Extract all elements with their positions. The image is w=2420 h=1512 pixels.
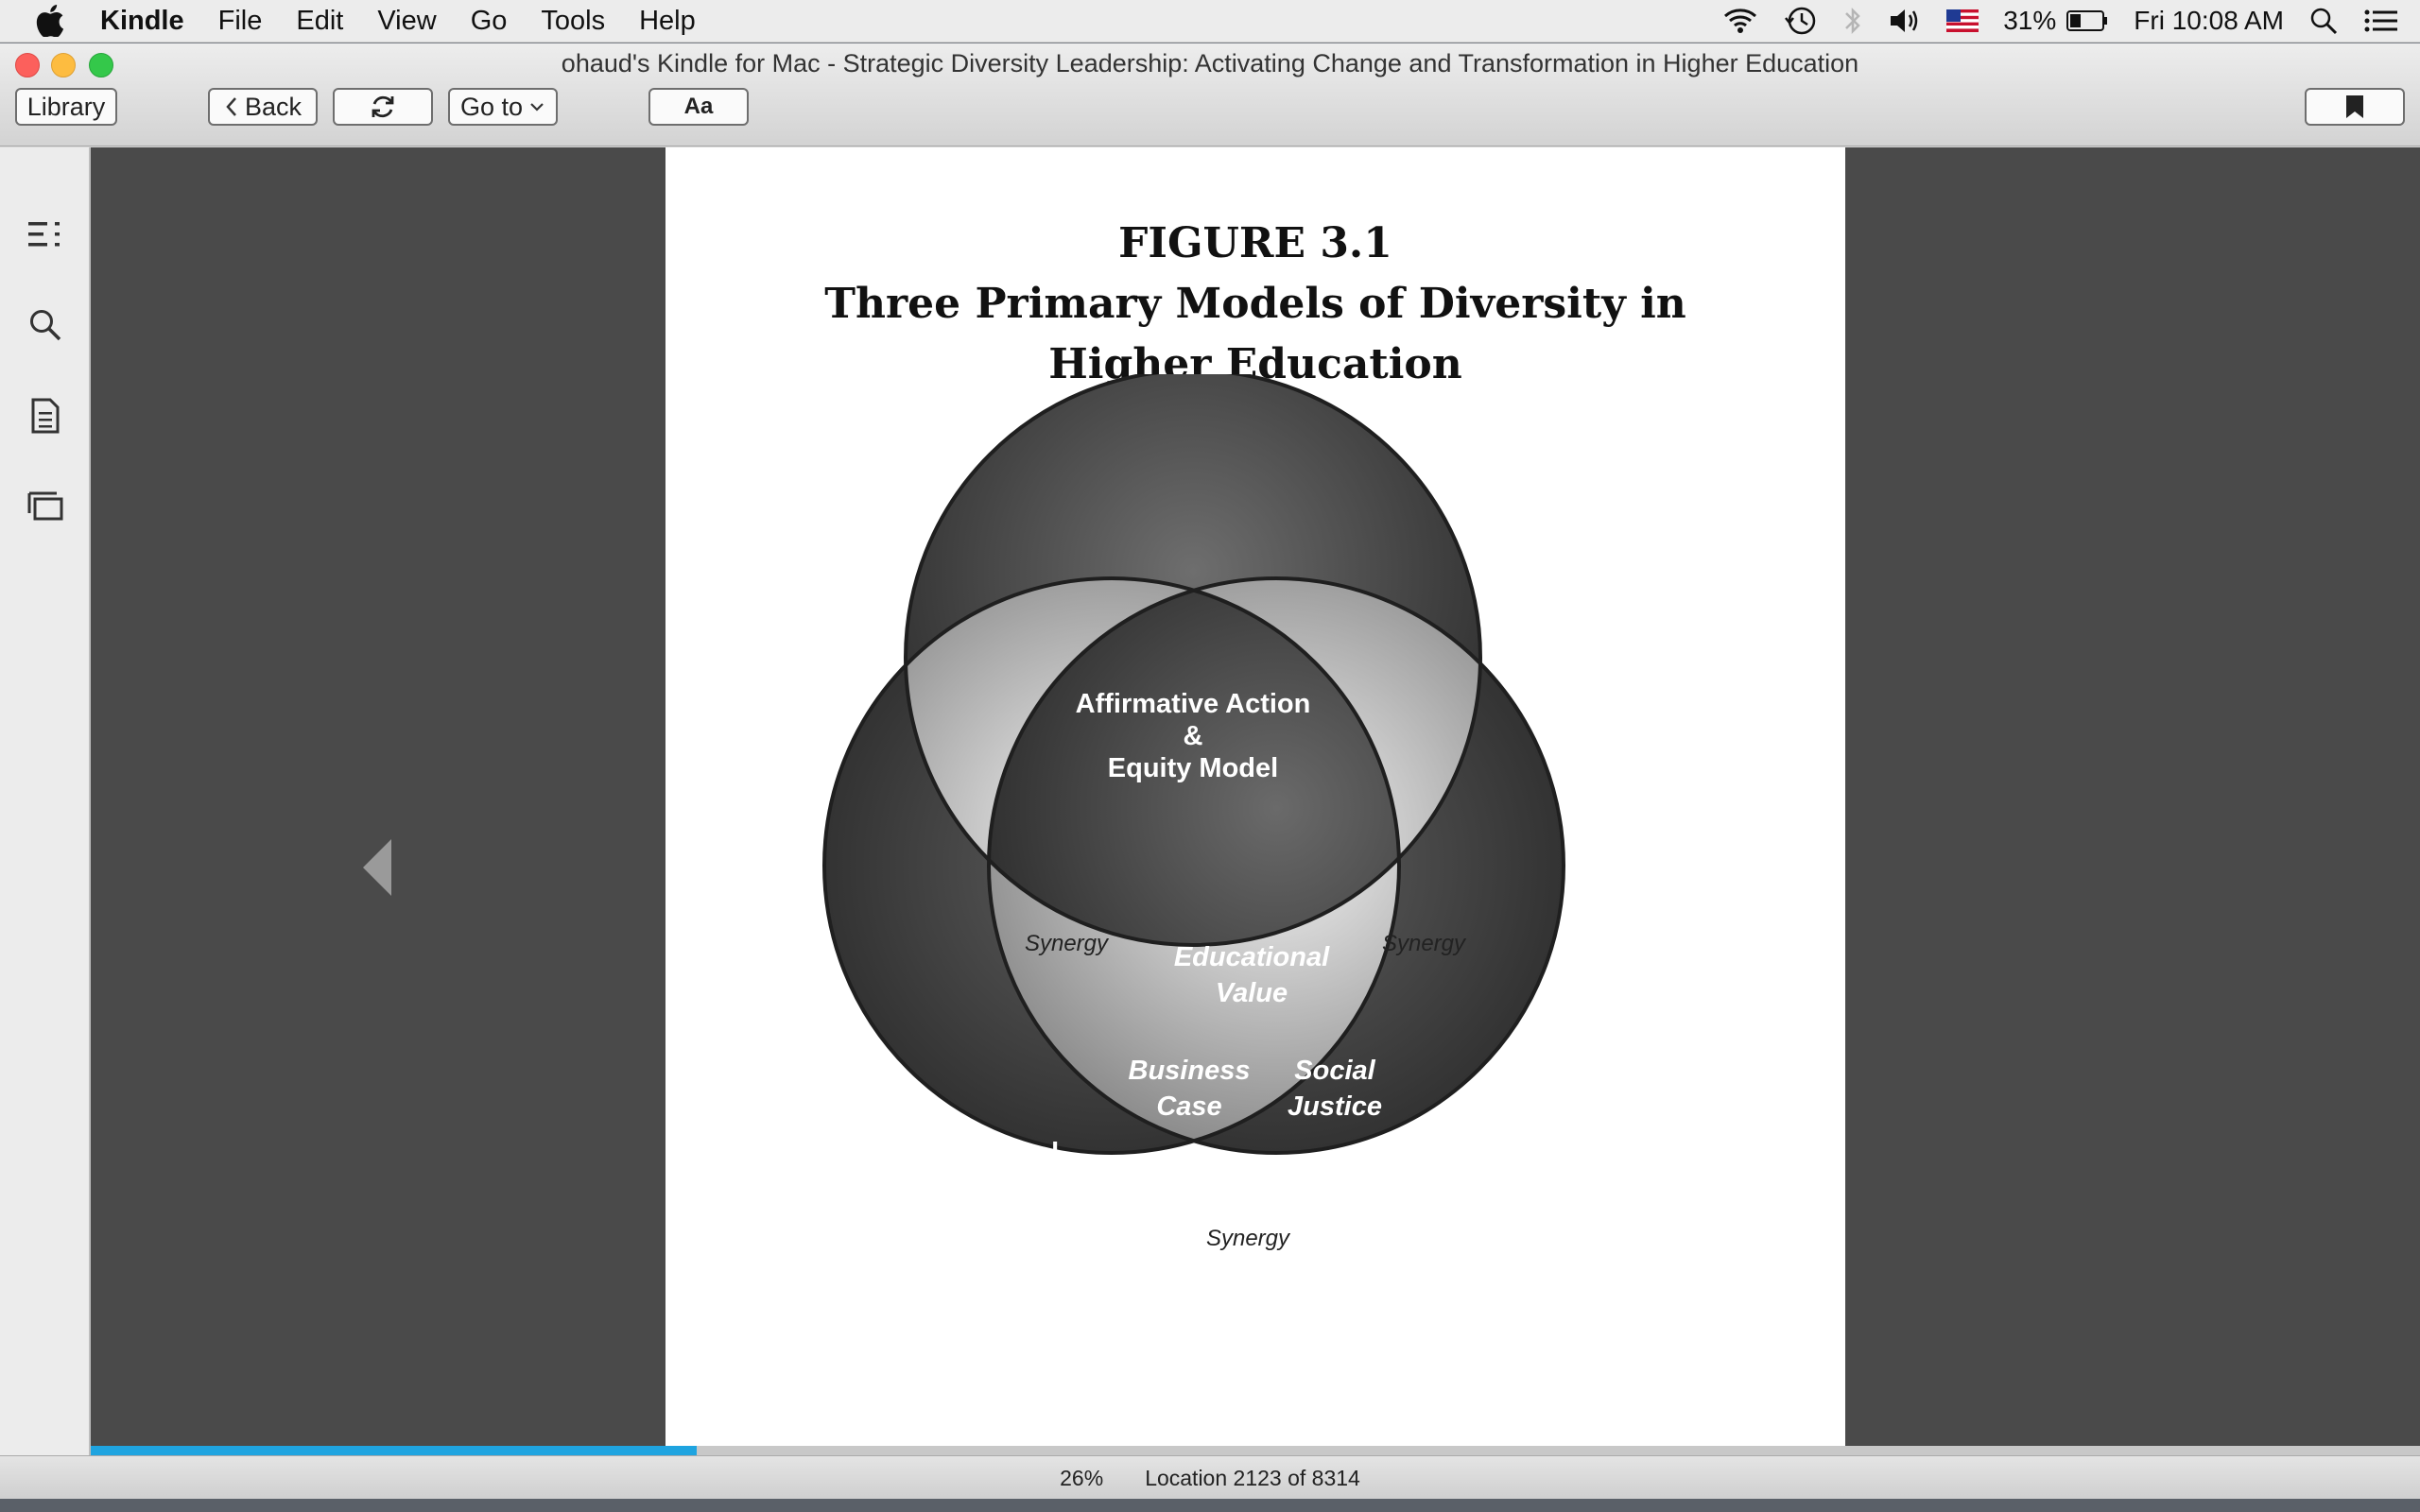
venn-diagram: Affirmative Action & Equity Model Multic… bbox=[822, 374, 1656, 1251]
spotlight-search-icon[interactable] bbox=[2308, 6, 2339, 36]
kindle-window: ohaud's Kindle for Mac - Strategic Diver… bbox=[0, 43, 2420, 1512]
wifi-icon[interactable] bbox=[1721, 7, 1759, 35]
bookmark-button[interactable] bbox=[2305, 88, 2405, 126]
flashcards-icon[interactable] bbox=[23, 484, 68, 529]
back-button[interactable]: Back bbox=[208, 88, 318, 126]
desktop-background bbox=[0, 1499, 2420, 1512]
menu-file[interactable]: File bbox=[218, 6, 263, 37]
book-page: FIGURE 3.1 Three Primary Models of Diver… bbox=[666, 147, 1845, 1489]
apple-menu-icon[interactable] bbox=[36, 5, 74, 37]
chevron-left-icon bbox=[226, 97, 236, 116]
sync-button[interactable] bbox=[333, 88, 433, 126]
battery-icon[interactable] bbox=[2066, 9, 2109, 33]
library-button[interactable]: Library bbox=[15, 88, 117, 126]
right-circle-line3: Research Model bbox=[1425, 1202, 1634, 1232]
top-circle-line1: Affirmative Action bbox=[1076, 689, 1311, 719]
right-circle-line1: Learning, Diversity, bbox=[1404, 1138, 1656, 1168]
left-circle-line1: Multicultural bbox=[896, 1138, 1059, 1168]
go-to-label: Go to bbox=[459, 92, 524, 121]
title-bar: ohaud's Kindle for Mac - Strategic Diver… bbox=[0, 43, 2420, 146]
clock[interactable]: Fri 10:08 AM bbox=[2134, 6, 2284, 36]
right-circle-line2: & bbox=[1520, 1170, 1540, 1200]
left-circle-line3: Diversity Model bbox=[876, 1202, 1079, 1232]
sync-icon bbox=[372, 95, 394, 118]
table-of-contents-icon[interactable] bbox=[23, 212, 68, 257]
menu-go[interactable]: Go bbox=[471, 6, 508, 37]
reading-percent: 26% bbox=[1060, 1465, 1104, 1490]
left-circle-line2: & Inclusion bbox=[904, 1170, 1051, 1200]
search-icon[interactable] bbox=[23, 302, 68, 348]
menu-view[interactable]: View bbox=[377, 6, 436, 37]
go-to-dropdown[interactable]: Go to bbox=[448, 88, 558, 126]
location-indicator: Location 2123 of 8314 bbox=[1145, 1465, 1360, 1490]
previous-page-arrow-icon[interactable] bbox=[361, 837, 393, 902]
sidebar bbox=[0, 147, 91, 1455]
center-social-line1: Social bbox=[1294, 1056, 1375, 1086]
us-flag-icon[interactable] bbox=[1946, 9, 1979, 32]
chevron-down-icon bbox=[530, 103, 544, 112]
reading-progress-fill bbox=[91, 1446, 697, 1455]
notes-icon[interactable] bbox=[23, 393, 68, 438]
synergy-label-bottom: Synergy bbox=[1206, 1226, 1291, 1251]
synergy-label-right: Synergy bbox=[1382, 931, 1467, 956]
library-button-label: Library bbox=[26, 92, 106, 121]
reader-area: FIGURE 3.1 Three Primary Models of Diver… bbox=[91, 147, 2420, 1489]
notification-center-icon[interactable] bbox=[2363, 7, 2399, 35]
menu-help[interactable]: Help bbox=[639, 6, 696, 37]
top-circle-line3: Equity Model bbox=[1108, 753, 1278, 783]
volume-icon[interactable] bbox=[1888, 7, 1922, 35]
window-title: ohaud's Kindle for Mac - Strategic Diver… bbox=[561, 49, 1859, 77]
center-social-line2: Justice bbox=[1288, 1091, 1382, 1122]
menu-tools[interactable]: Tools bbox=[541, 6, 605, 37]
menu-kindle[interactable]: Kindle bbox=[100, 6, 184, 37]
top-circle-line2: & bbox=[1184, 721, 1203, 751]
center-educational-line1: Educational bbox=[1174, 942, 1330, 972]
status-area: 31% Fri 10:08 AM bbox=[1697, 0, 2399, 42]
figure-title-line1: Three Primary Models of Diversity in bbox=[824, 280, 1686, 328]
menu-bar: Kindle File Edit View Go Tools Help 31% … bbox=[0, 0, 2420, 43]
center-business-line1: Business bbox=[1129, 1056, 1251, 1086]
bookmark-icon bbox=[2346, 95, 2363, 118]
menu-edit[interactable]: Edit bbox=[296, 6, 343, 37]
bluetooth-icon[interactable] bbox=[1842, 5, 1863, 37]
center-business-line2: Case bbox=[1156, 1091, 1221, 1122]
center-educational-line2: Value bbox=[1216, 978, 1288, 1008]
reading-progress-bar[interactable] bbox=[91, 1446, 2420, 1455]
battery-percent: 31% bbox=[2003, 6, 2057, 35]
synergy-label-left: Synergy bbox=[1025, 931, 1110, 956]
figure-number: FIGURE 3.1 bbox=[1118, 219, 1392, 267]
font-settings-button[interactable]: Aa bbox=[648, 88, 749, 126]
back-button-label: Back bbox=[244, 92, 302, 121]
status-footer: 26% Location 2123 of 8314 bbox=[0, 1455, 2420, 1500]
font-settings-label: Aa bbox=[683, 94, 714, 119]
time-machine-icon[interactable] bbox=[1784, 5, 1818, 37]
